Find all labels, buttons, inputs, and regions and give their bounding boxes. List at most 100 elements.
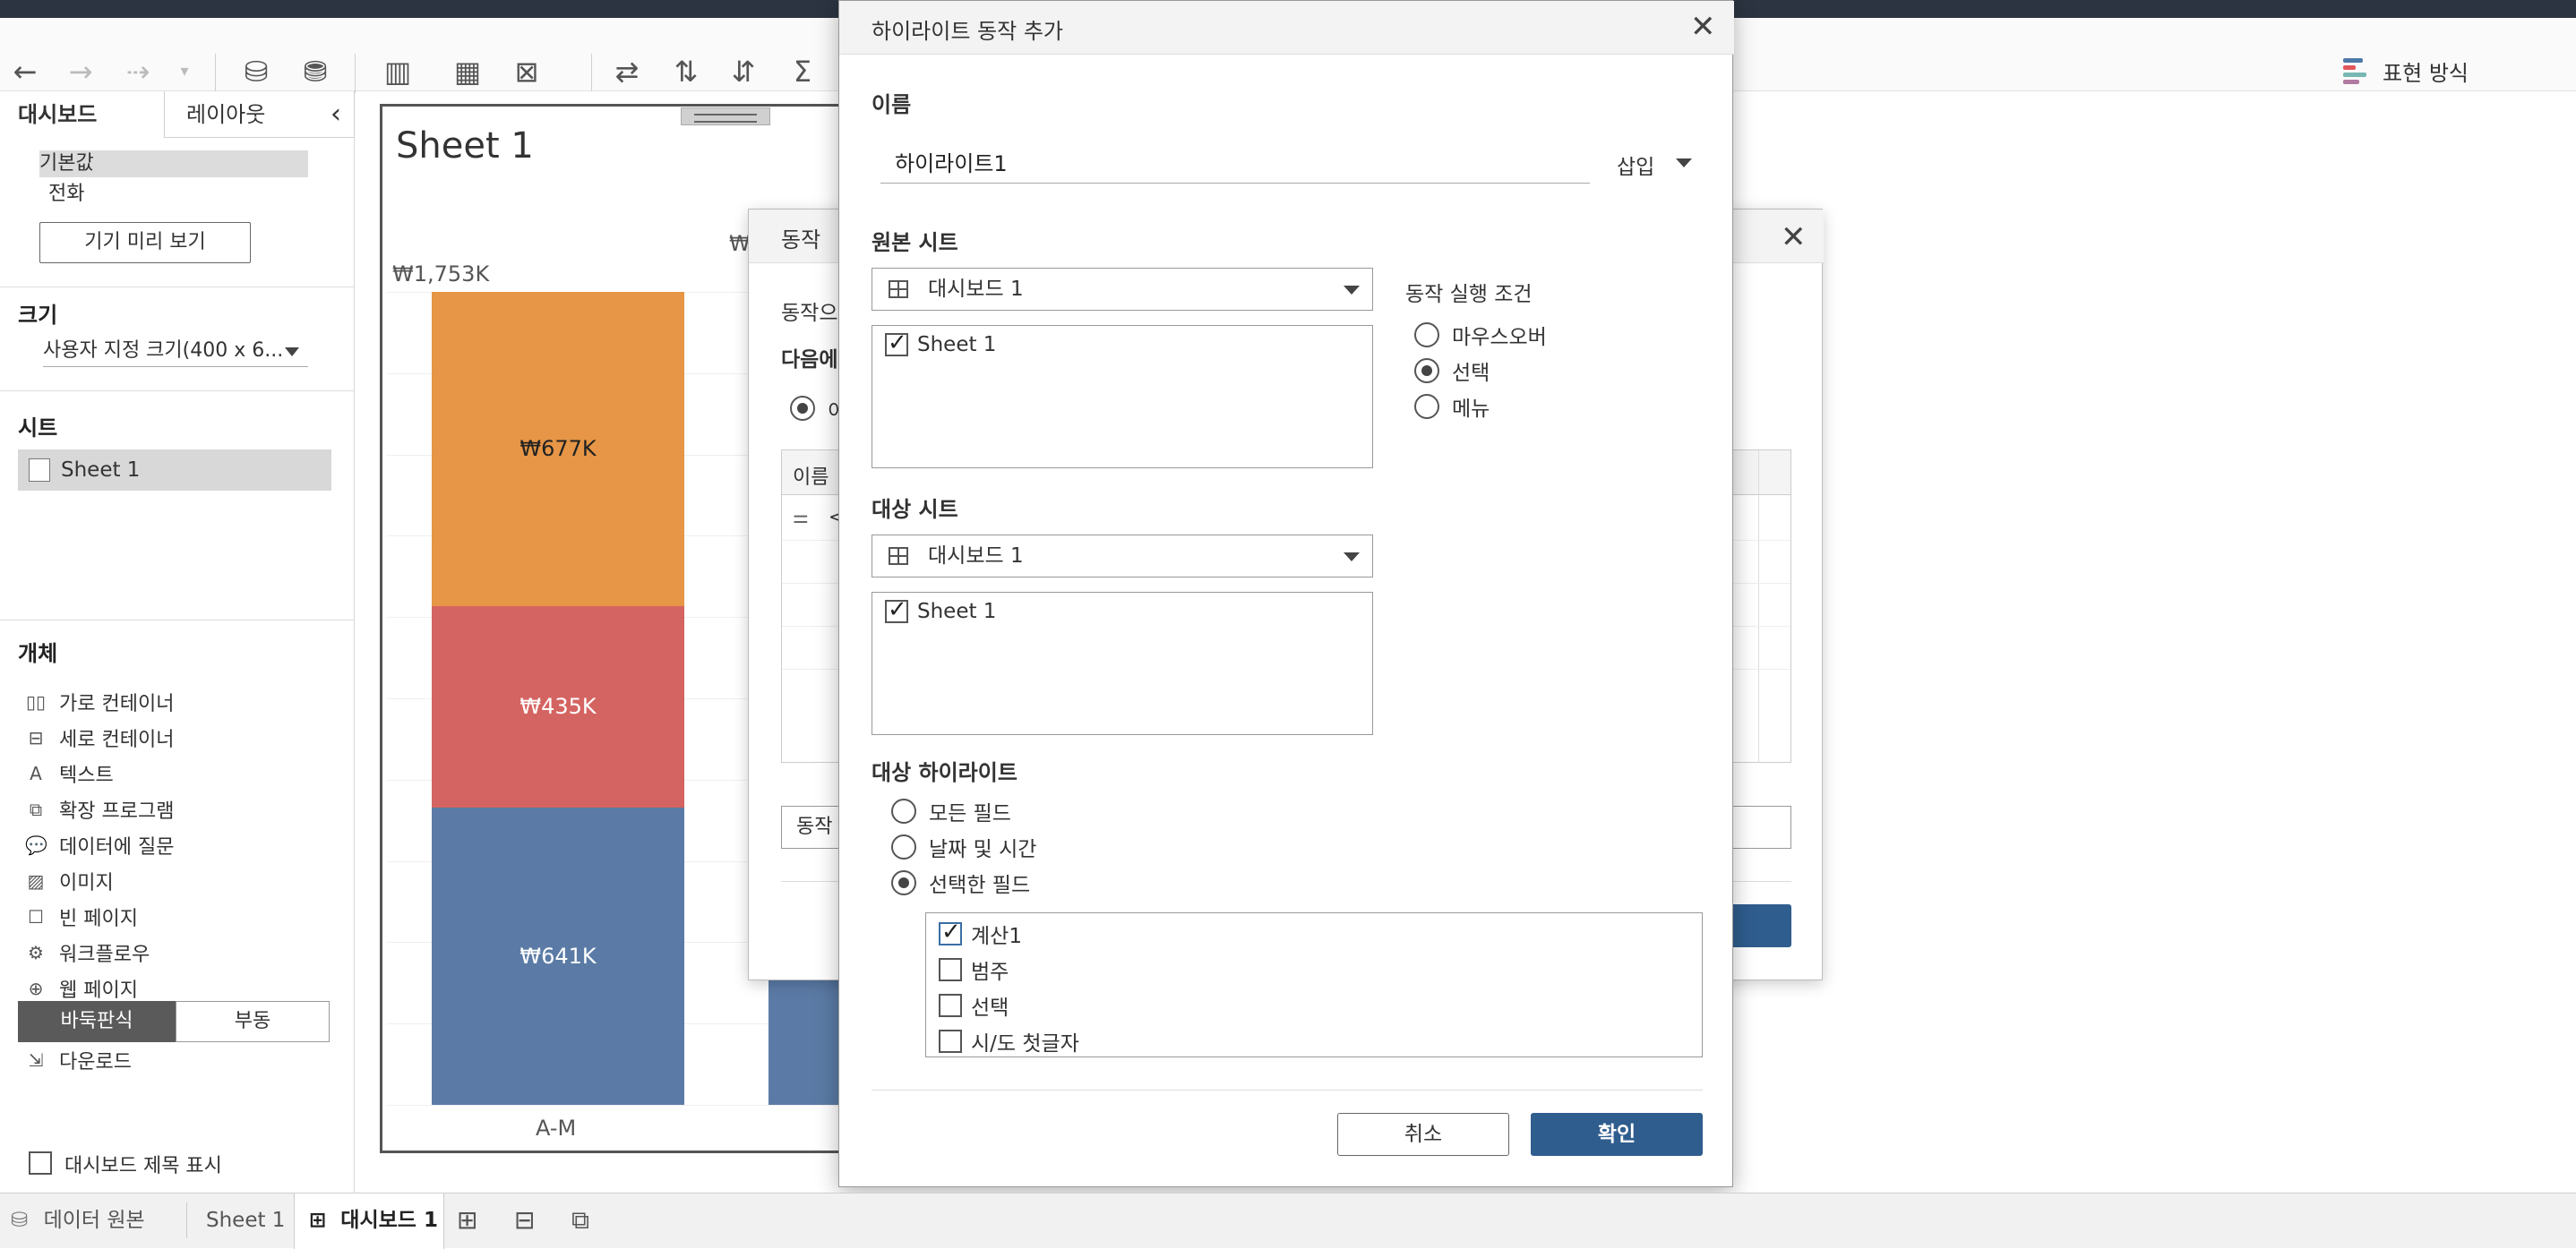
actions-dialog-radio[interactable] — [790, 396, 815, 421]
field-label: 범주 — [971, 961, 1009, 984]
source-sheet-list: Sheet 1 — [872, 325, 1373, 468]
sort-ascending-icon[interactable]: ⇅ — [668, 54, 704, 90]
object-workflow[interactable]: ⚙ 워크플로우 — [25, 938, 150, 967]
tab-layout-label: 레이아웃 — [186, 102, 266, 127]
object-extension[interactable]: ⧉ 확장 프로그램 — [25, 795, 175, 824]
tab-layout[interactable]: 레이아웃 ‹ — [164, 91, 355, 138]
source-dashboard-dropdown[interactable]: 대시보드 1 — [872, 268, 1373, 311]
database-icon: ⛁ — [11, 1209, 29, 1232]
run-on-select[interactable]: 선택 — [1414, 355, 1490, 386]
tiled-toggle[interactable]: 바둑판식 — [18, 1001, 176, 1042]
highlight-date-time[interactable]: 날짜 및 시간 — [891, 832, 1036, 862]
field-item[interactable]: 선택 — [939, 990, 1009, 1021]
object-label: 데이터에 질문 — [59, 836, 175, 859]
device-preview-button[interactable]: 기기 미리 보기 — [39, 222, 251, 263]
show-title-checkbox[interactable] — [29, 1151, 52, 1175]
bar-segment-label: ₩641K — [519, 943, 597, 969]
object-vertical-container[interactable]: ⊟ 세로 컨테이너 — [25, 723, 175, 752]
target-sheet-item[interactable]: Sheet 1 — [885, 596, 996, 623]
tab-dashboard-1[interactable]: ⊞ 대시보드 1 — [294, 1193, 444, 1249]
radio-all-fields-label: 모든 필드 — [929, 802, 1011, 826]
object-label: 워크플로우 — [59, 944, 150, 966]
tab-data-source[interactable]: ⛁ 데이터 원본 — [0, 1193, 186, 1249]
new-worksheet-icon[interactable]: ⊞ — [457, 1193, 493, 1249]
insert-menu[interactable]: 삽입 — [1617, 150, 1654, 180]
collapse-chevron-icon[interactable]: ‹ — [331, 91, 341, 138]
new-story-icon[interactable]: ⧉ — [571, 1193, 607, 1249]
new-dashboard-icon[interactable]: ⊟ — [514, 1193, 550, 1249]
object-web-page[interactable]: ⊕ 웹 페이지 — [25, 974, 138, 1003]
cancel-button[interactable]: 취소 — [1337, 1113, 1509, 1156]
divider — [872, 1090, 1703, 1091]
tab-sheet-1[interactable]: Sheet 1 — [192, 1193, 296, 1249]
object-ask-data[interactable]: 💬 데이터에 질문 — [25, 831, 174, 860]
source-sheet-label: Sheet 1 — [917, 333, 997, 356]
replay-dropdown-icon[interactable]: ▾ — [167, 54, 202, 90]
actions-dialog-subhead: 다음에 — [781, 348, 838, 372]
object-label: 빈 페이지 — [59, 908, 138, 930]
device-phone-item[interactable]: 전화 — [48, 177, 84, 206]
object-horizontal-container[interactable]: ▯▯ 가로 컨테이너 — [25, 688, 174, 716]
object-blank[interactable]: ☐ 빈 페이지 — [25, 903, 138, 931]
duplicate-sheet-icon[interactable]: ▦ — [450, 54, 485, 90]
object-label: 이미지 — [59, 872, 114, 894]
redo-icon[interactable]: → — [63, 54, 99, 90]
tab-dashboard[interactable]: 대시보드 — [0, 91, 164, 138]
pause-updates-icon[interactable]: ⛃ — [297, 54, 333, 90]
undo-icon[interactable]: ← — [7, 54, 43, 90]
source-sheet-item[interactable]: Sheet 1 — [885, 329, 997, 356]
tab-separator — [186, 1202, 187, 1238]
ok-button[interactable]: 확인 — [1531, 1113, 1703, 1156]
size-dropdown[interactable]: 사용자 지정 크기(400 x 6... — [43, 335, 308, 367]
radio-select[interactable] — [1414, 358, 1439, 383]
field-checkbox[interactable] — [939, 1030, 962, 1053]
target-sheet-checkbox[interactable] — [885, 596, 908, 623]
actions-table-row-icon: ⚌ — [793, 506, 809, 527]
replay-icon[interactable]: ⇢ — [120, 54, 156, 90]
objects-section-label: 개체 — [18, 641, 58, 666]
dialog-close-icon[interactable]: ✕ — [1690, 12, 1716, 42]
drag-handle[interactable] — [681, 107, 770, 125]
bar-segment[interactable] — [769, 976, 840, 1105]
run-on-hover[interactable]: 마우스오버 — [1414, 320, 1547, 350]
radio-date-time[interactable] — [891, 834, 916, 860]
toolbar-separator — [591, 54, 592, 93]
field-checkbox[interactable] — [939, 994, 962, 1017]
object-label: 다운로드 — [59, 1051, 132, 1074]
show-me-button[interactable]: 표현 방식 — [2343, 56, 2469, 87]
size-dropdown-value: 사용자 지정 크기(400 x 6... — [43, 339, 284, 362]
device-default-row[interactable]: 기본값 — [39, 150, 308, 177]
actions-dialog-close-icon[interactable]: ✕ — [1781, 222, 1807, 252]
radio-hover[interactable] — [1414, 322, 1439, 347]
action-name-input[interactable]: 하이라이트1 — [880, 144, 1590, 184]
floating-toggle[interactable]: 부동 — [176, 1001, 330, 1042]
sort-descending-icon[interactable]: ⇵ — [726, 54, 761, 90]
radio-all-fields[interactable] — [891, 799, 916, 824]
run-on-menu[interactable]: 메뉴 — [1414, 391, 1490, 422]
sheet-list-item[interactable]: Sheet 1 — [18, 449, 331, 491]
swap-axes-icon[interactable]: ⇄ — [609, 54, 645, 90]
actions-table-col-name: 이름 — [793, 466, 829, 489]
object-image[interactable]: ▨ 이미지 — [25, 867, 114, 895]
highlight-selected-fields[interactable]: 선택한 필드 — [891, 868, 1030, 898]
field-item[interactable]: 시/도 첫글자 — [939, 1026, 1079, 1057]
totals-icon[interactable]: Σ — [785, 54, 820, 90]
object-download[interactable]: ⇲ 다운로드 — [25, 1046, 132, 1074]
field-checkbox[interactable] — [939, 958, 962, 981]
target-sheets-label: 대상 시트 — [872, 497, 958, 522]
new-worksheet-icon[interactable]: ▥ — [380, 54, 416, 90]
new-data-source-icon[interactable]: ⛁ — [238, 54, 274, 90]
object-text[interactable]: A 텍스트 — [25, 759, 114, 788]
clear-sheet-icon[interactable]: ⊠ — [509, 54, 545, 90]
field-checkbox[interactable] — [939, 919, 962, 945]
field-item[interactable]: 범주 — [939, 954, 1009, 985]
target-dashboard-dropdown[interactable]: 대시보드 1 — [872, 535, 1373, 577]
chevron-down-icon — [1344, 552, 1360, 561]
source-sheet-checkbox[interactable] — [885, 329, 908, 356]
field-item[interactable]: 계산1 — [939, 919, 1022, 949]
radio-menu[interactable] — [1414, 394, 1439, 419]
radio-selected-fields[interactable] — [891, 870, 916, 895]
highlight-all-fields[interactable]: 모든 필드 — [891, 796, 1011, 826]
chevron-down-icon[interactable] — [1676, 158, 1692, 167]
object-label: 세로 컨테이너 — [59, 729, 175, 751]
